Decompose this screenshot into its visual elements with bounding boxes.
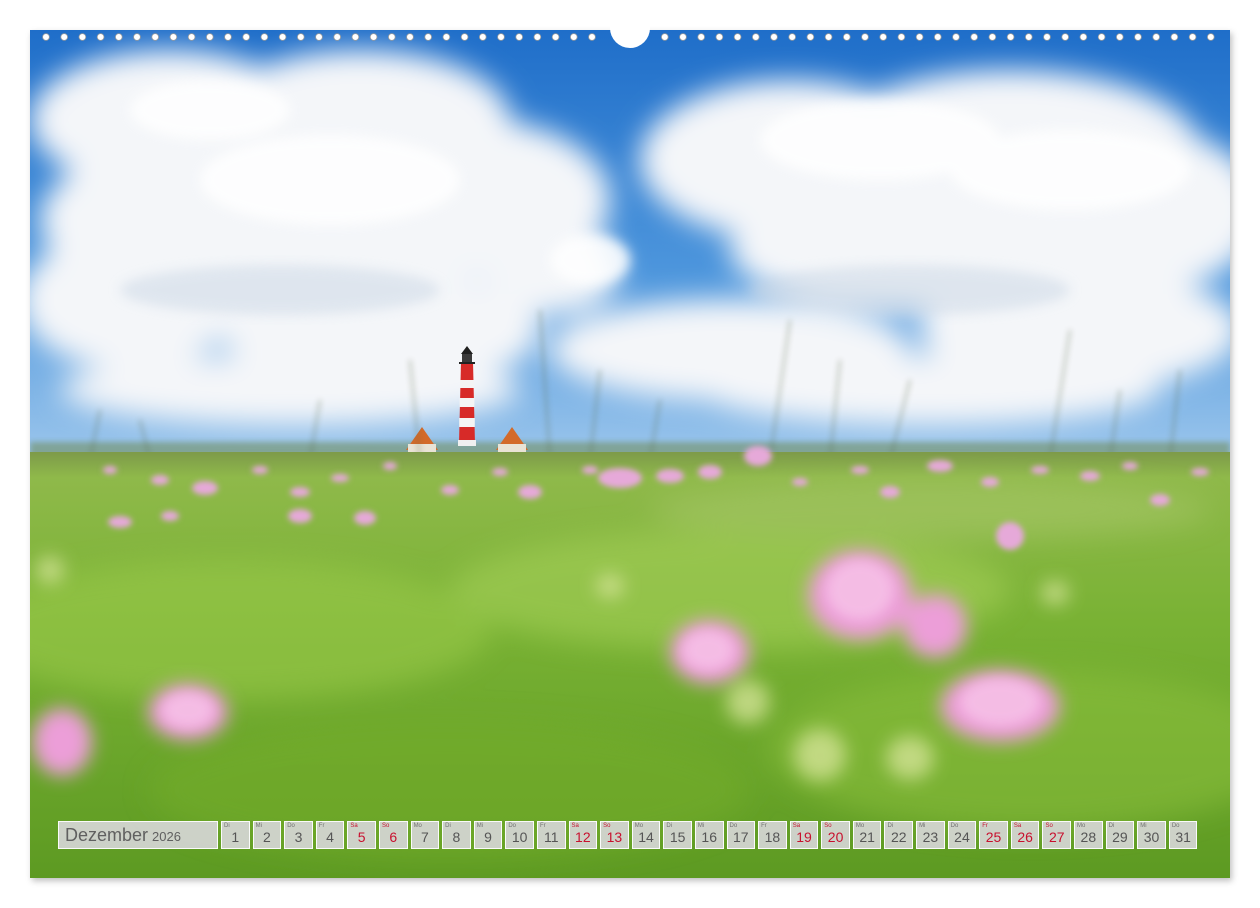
day-number: 14 (638, 829, 654, 845)
day-number: 10 (511, 829, 528, 845)
day-number: 30 (1143, 829, 1160, 845)
day-number: 15 (669, 829, 686, 845)
day-cell: Mo 7 (410, 821, 440, 849)
day-number: 19 (796, 829, 812, 845)
day-number: 1 (231, 829, 240, 845)
day-cell: Mi 2 (252, 821, 282, 849)
calendar-page: Dezember 2026 Di 1 Mi 2 Do 3 Fr 4 Sa 5 So 6 Mo 7 Di 8 Mi… (0, 0, 1260, 908)
day-cell: Fr 4 (315, 821, 345, 849)
day-cell: Di 8 (442, 821, 471, 849)
day-number: 24 (954, 829, 970, 845)
day-cell: Do 10 (505, 821, 534, 849)
day-number: 25 (985, 829, 1002, 845)
day-number: 3 (294, 829, 303, 845)
day-number: 4 (326, 829, 334, 845)
day-cell: Do 3 (284, 821, 313, 849)
day-cell: Fr 11 (536, 821, 566, 849)
day-cell: Sa 12 (568, 821, 598, 849)
day-number: 21 (859, 829, 875, 845)
month-calendar-strip: Dezember 2026 Di 1 Mi 2 Do 3 Fr 4 Sa 5 So 6 Mo 7 Di 8 Mi… (58, 821, 1200, 849)
day-number: 6 (389, 829, 398, 845)
day-cell: Sa 26 (1010, 821, 1040, 849)
day-number: 18 (764, 829, 781, 845)
day-cells: Di 1 Mi 2 Do 3 Fr 4 Sa 5 So 6 Mo 7 Di 8 Mi 9 Do 10 Fr 11 Sa 12 S… (221, 821, 1200, 849)
day-cell: So 13 (600, 821, 629, 849)
day-cell: So 27 (1042, 821, 1072, 849)
day-number: 2 (262, 829, 271, 845)
day-cell: Mo 14 (631, 821, 661, 849)
day-number: 9 (484, 829, 492, 845)
day-cell: So 20 (821, 821, 850, 849)
day-cell: Fr 25 (979, 821, 1008, 849)
day-cell: Mi 23 (916, 821, 945, 849)
day-cell: Do 31 (1168, 821, 1198, 849)
day-number: 16 (701, 829, 717, 845)
day-cell: Di 22 (884, 821, 914, 849)
day-number: 17 (733, 829, 749, 845)
day-cell: Mi 9 (473, 821, 503, 849)
day-number: 12 (575, 829, 591, 845)
day-number: 5 (357, 829, 366, 845)
day-cell: Do 24 (947, 821, 977, 849)
day-number: 26 (1017, 829, 1033, 845)
day-cell: Mo 28 (1074, 821, 1103, 849)
day-number: 8 (452, 829, 461, 845)
day-cell: Mi 30 (1137, 821, 1166, 849)
day-cell: Di 15 (663, 821, 692, 849)
day-cell: Mi 16 (694, 821, 724, 849)
day-cell: Di 1 (221, 821, 250, 849)
month-year: 2026 (152, 829, 181, 844)
day-number: 28 (1080, 829, 1097, 845)
day-number: 29 (1112, 829, 1128, 845)
day-number: 27 (1048, 829, 1065, 845)
day-cell: So 6 (378, 821, 408, 849)
day-number: 23 (922, 829, 939, 845)
day-number: 20 (827, 829, 844, 845)
day-number: 31 (1175, 829, 1191, 845)
month-label: Dezember 2026 (58, 821, 218, 849)
day-cell: Mo 21 (852, 821, 882, 849)
month-name: Dezember (65, 824, 149, 845)
day-number: 13 (606, 829, 623, 845)
day-number: 11 (543, 829, 559, 845)
day-cell: Fr 18 (758, 821, 787, 849)
day-cell: Sa 5 (347, 821, 376, 849)
day-number: 22 (890, 829, 907, 845)
day-cell: Di 29 (1105, 821, 1135, 849)
day-cell: Do 17 (726, 821, 756, 849)
landscape-photo (30, 30, 1230, 878)
photo-illustration (30, 30, 1230, 878)
day-number: 7 (420, 829, 429, 845)
day-cell: Sa 19 (789, 821, 819, 849)
